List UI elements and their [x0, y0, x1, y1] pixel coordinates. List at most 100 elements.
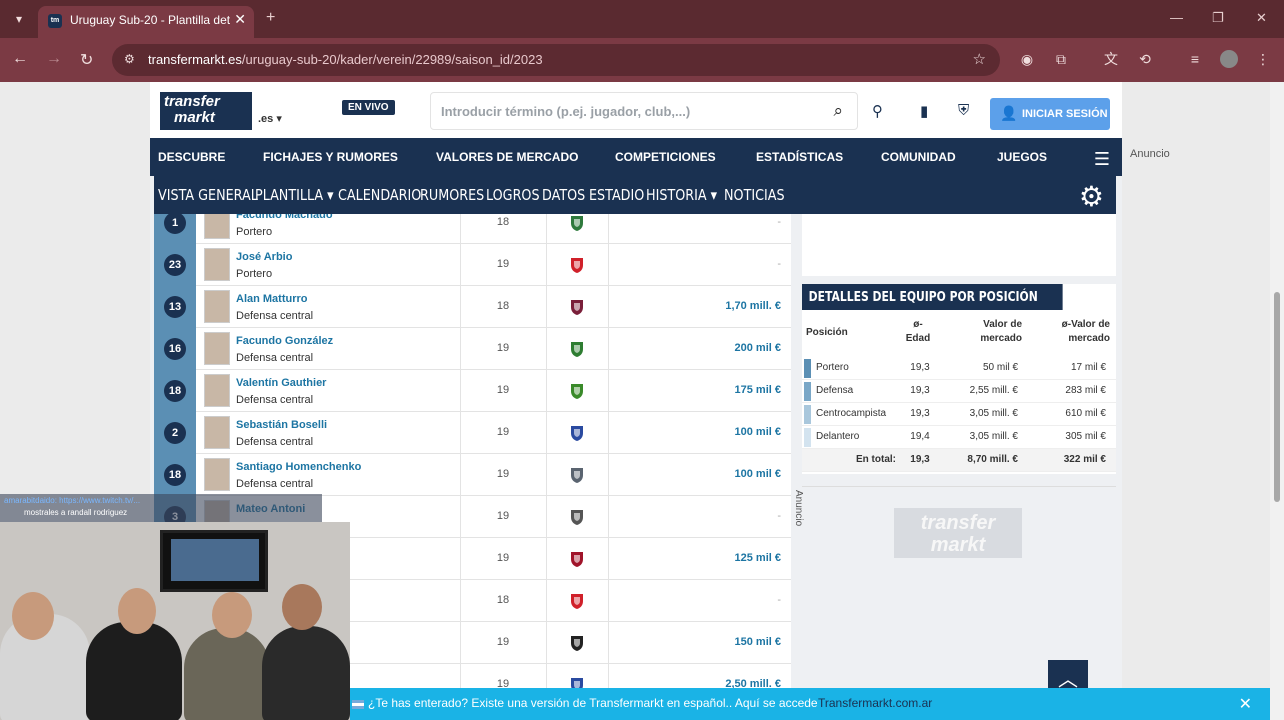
browser-menu-icon[interactable]: ⋮ [1254, 50, 1272, 68]
shirt-number-cell: 23 [154, 244, 196, 286]
club-crest-icon[interactable] [568, 508, 586, 526]
player-age: 19 [496, 426, 510, 438]
browser-tab[interactable]: tm Uruguay Sub-20 - Plantilla deta ✕ [38, 6, 254, 38]
player-name-link[interactable]: José Arbio [236, 251, 292, 263]
nav-competiciones[interactable]: COMPETICIONES [615, 150, 716, 164]
club-crest-icon[interactable] [568, 214, 586, 232]
club-crest-icon[interactable] [568, 340, 586, 358]
settings-gear-icon[interactable]: ⚙ [1079, 180, 1104, 213]
nav-descubre[interactable]: DESCUBRE [158, 150, 225, 164]
history-icon[interactable]: ⟲ [1136, 50, 1154, 68]
login-button[interactable]: 👤 INICIAR SESIÓN [990, 98, 1110, 130]
favicon-icon: tm [48, 14, 62, 28]
position-avg-age: 19,4 [910, 431, 930, 442]
url-field[interactable]: ⚙ transfermarkt.es/uruguay-sub-20/kader/… [112, 44, 1000, 76]
subnav-datos[interactable]: DATOS [542, 186, 585, 204]
club-crest-icon[interactable] [568, 298, 586, 316]
market-value[interactable]: 100 mil € [735, 426, 781, 438]
player-photo[interactable] [204, 458, 230, 491]
player-name-link[interactable]: Sebastián Boselli [236, 419, 327, 431]
scrollbar[interactable] [1270, 82, 1284, 720]
subnav-estadio[interactable]: ESTADIO [589, 186, 644, 204]
banner-close-icon[interactable]: ✕ [1239, 694, 1252, 714]
subnav-logros[interactable]: LOGROS [486, 186, 540, 204]
table-row: 23 José Arbio Portero 19 - [154, 244, 791, 286]
player-age: 19 [496, 552, 510, 564]
new-tab-icon[interactable]: + [266, 9, 275, 27]
position-name: Portero [816, 362, 849, 373]
player-photo[interactable] [204, 214, 230, 239]
bookmark-icon[interactable]: ▮ [920, 102, 928, 120]
profile-avatar[interactable] [1220, 50, 1238, 68]
nav-comunidad[interactable]: COMUNIDAD [881, 150, 956, 164]
subnav-rumores[interactable]: RUMORES [420, 186, 484, 204]
locale-banner: ¿Te has enterado? Existe una versión de … [350, 688, 1270, 720]
market-value[interactable]: 150 mil € [735, 636, 781, 648]
position-avg-age: 19,3 [910, 408, 930, 419]
nav-estadisticas[interactable]: ESTADÍSTICAS [756, 150, 843, 164]
player-search-icon[interactable]: ⚲ [872, 102, 883, 120]
site-info-icon[interactable]: ⚙ [124, 52, 135, 66]
player-age: 19 [496, 258, 510, 270]
position-avg-market-value: 610 mil € [1065, 408, 1106, 419]
banner-link[interactable]: Transfermarkt.com.ar [818, 696, 932, 710]
nav-juegos[interactable]: JUEGOS [997, 150, 1047, 164]
nav-fichajes[interactable]: FICHAJES Y RUMORES [263, 150, 398, 164]
back-icon[interactable]: ← [12, 50, 28, 68]
scrollbar-thumb[interactable] [1274, 292, 1280, 502]
club-crest-icon[interactable] [568, 424, 586, 442]
reload-icon[interactable]: ↻ [80, 50, 93, 70]
extension-shazam-icon[interactable]: ◉ [1018, 50, 1036, 68]
market-value[interactable]: 100 mil € [735, 468, 781, 480]
forward-icon[interactable]: → [46, 50, 62, 68]
market-value[interactable]: 1,70 mill. € [725, 300, 781, 312]
player-name-link[interactable]: Valentín Gauthier [236, 377, 326, 389]
player-name-link[interactable]: Facundo Machado [236, 214, 333, 221]
search-icon[interactable]: ⌕ [833, 101, 843, 121]
hamburger-menu-icon[interactable]: ☰ [1094, 149, 1110, 170]
media-icon[interactable]: ≡ [1186, 50, 1204, 68]
market-value[interactable]: 200 mil € [735, 342, 781, 354]
domain-selector[interactable]: .es ▾ [258, 112, 282, 125]
club-crest-icon[interactable] [568, 634, 586, 652]
position-market-value: 50 mil € [982, 362, 1018, 373]
player-photo[interactable] [204, 416, 230, 449]
nav-valores[interactable]: VALORES DE MERCADO [436, 150, 578, 164]
player-position: Portero [236, 268, 273, 280]
club-crest-icon[interactable] [568, 466, 586, 484]
subnav-calendario[interactable]: CALENDARIO [338, 186, 421, 204]
translate-icon[interactable]: 文 [1102, 50, 1120, 68]
market-value[interactable]: 125 mil € [735, 552, 781, 564]
club-crest-icon[interactable] [568, 382, 586, 400]
subnav-noticias[interactable]: NOTICIAS [724, 186, 785, 204]
club-crest-icon[interactable] [568, 592, 586, 610]
extensions-puzzle-icon[interactable]: ⧉ [1052, 50, 1070, 68]
ad-slot-top [802, 214, 1116, 276]
transfermarkt-logo[interactable]: transfer markt [160, 92, 252, 130]
player-photo[interactable] [204, 248, 230, 281]
maximize-icon[interactable]: ❐ [1212, 10, 1224, 26]
subnav-vista-general[interactable]: VISTA GENERAL [158, 186, 258, 204]
tab-search-icon[interactable]: ▾ [8, 8, 30, 30]
subnav-historia[interactable]: HISTORIA ▾ [646, 186, 717, 204]
shield-icon[interactable]: ⛨ [958, 102, 969, 119]
tab-close-icon[interactable]: ✕ [234, 11, 246, 28]
club-crest-icon[interactable] [568, 550, 586, 568]
player-photo[interactable] [204, 290, 230, 323]
player-name-link[interactable]: Santiago Homenchenko [236, 461, 361, 473]
minimize-icon[interactable]: — [1170, 10, 1183, 25]
search-input[interactable]: Introducir término (p.ej. jugador, club,… [430, 92, 858, 130]
live-badge[interactable]: EN VIVO [342, 100, 395, 115]
player-name-link[interactable]: Facundo González [236, 335, 333, 347]
player-photo[interactable] [204, 374, 230, 407]
subnav-plantilla[interactable]: PLANTILLA ▾ [255, 186, 334, 204]
player-photo[interactable] [204, 332, 230, 365]
table-row: 16 Facundo González Defensa central 19 200 m… [154, 328, 791, 370]
club-crest-icon[interactable] [568, 256, 586, 274]
bookmark-star-icon[interactable]: ☆ [973, 50, 986, 68]
window-close-icon[interactable]: ✕ [1256, 10, 1267, 26]
market-value[interactable]: 175 mil € [735, 384, 781, 396]
player-name-link[interactable]: Alan Matturro [236, 293, 308, 305]
market-value: - [777, 594, 781, 606]
position-color-bar [804, 382, 811, 401]
